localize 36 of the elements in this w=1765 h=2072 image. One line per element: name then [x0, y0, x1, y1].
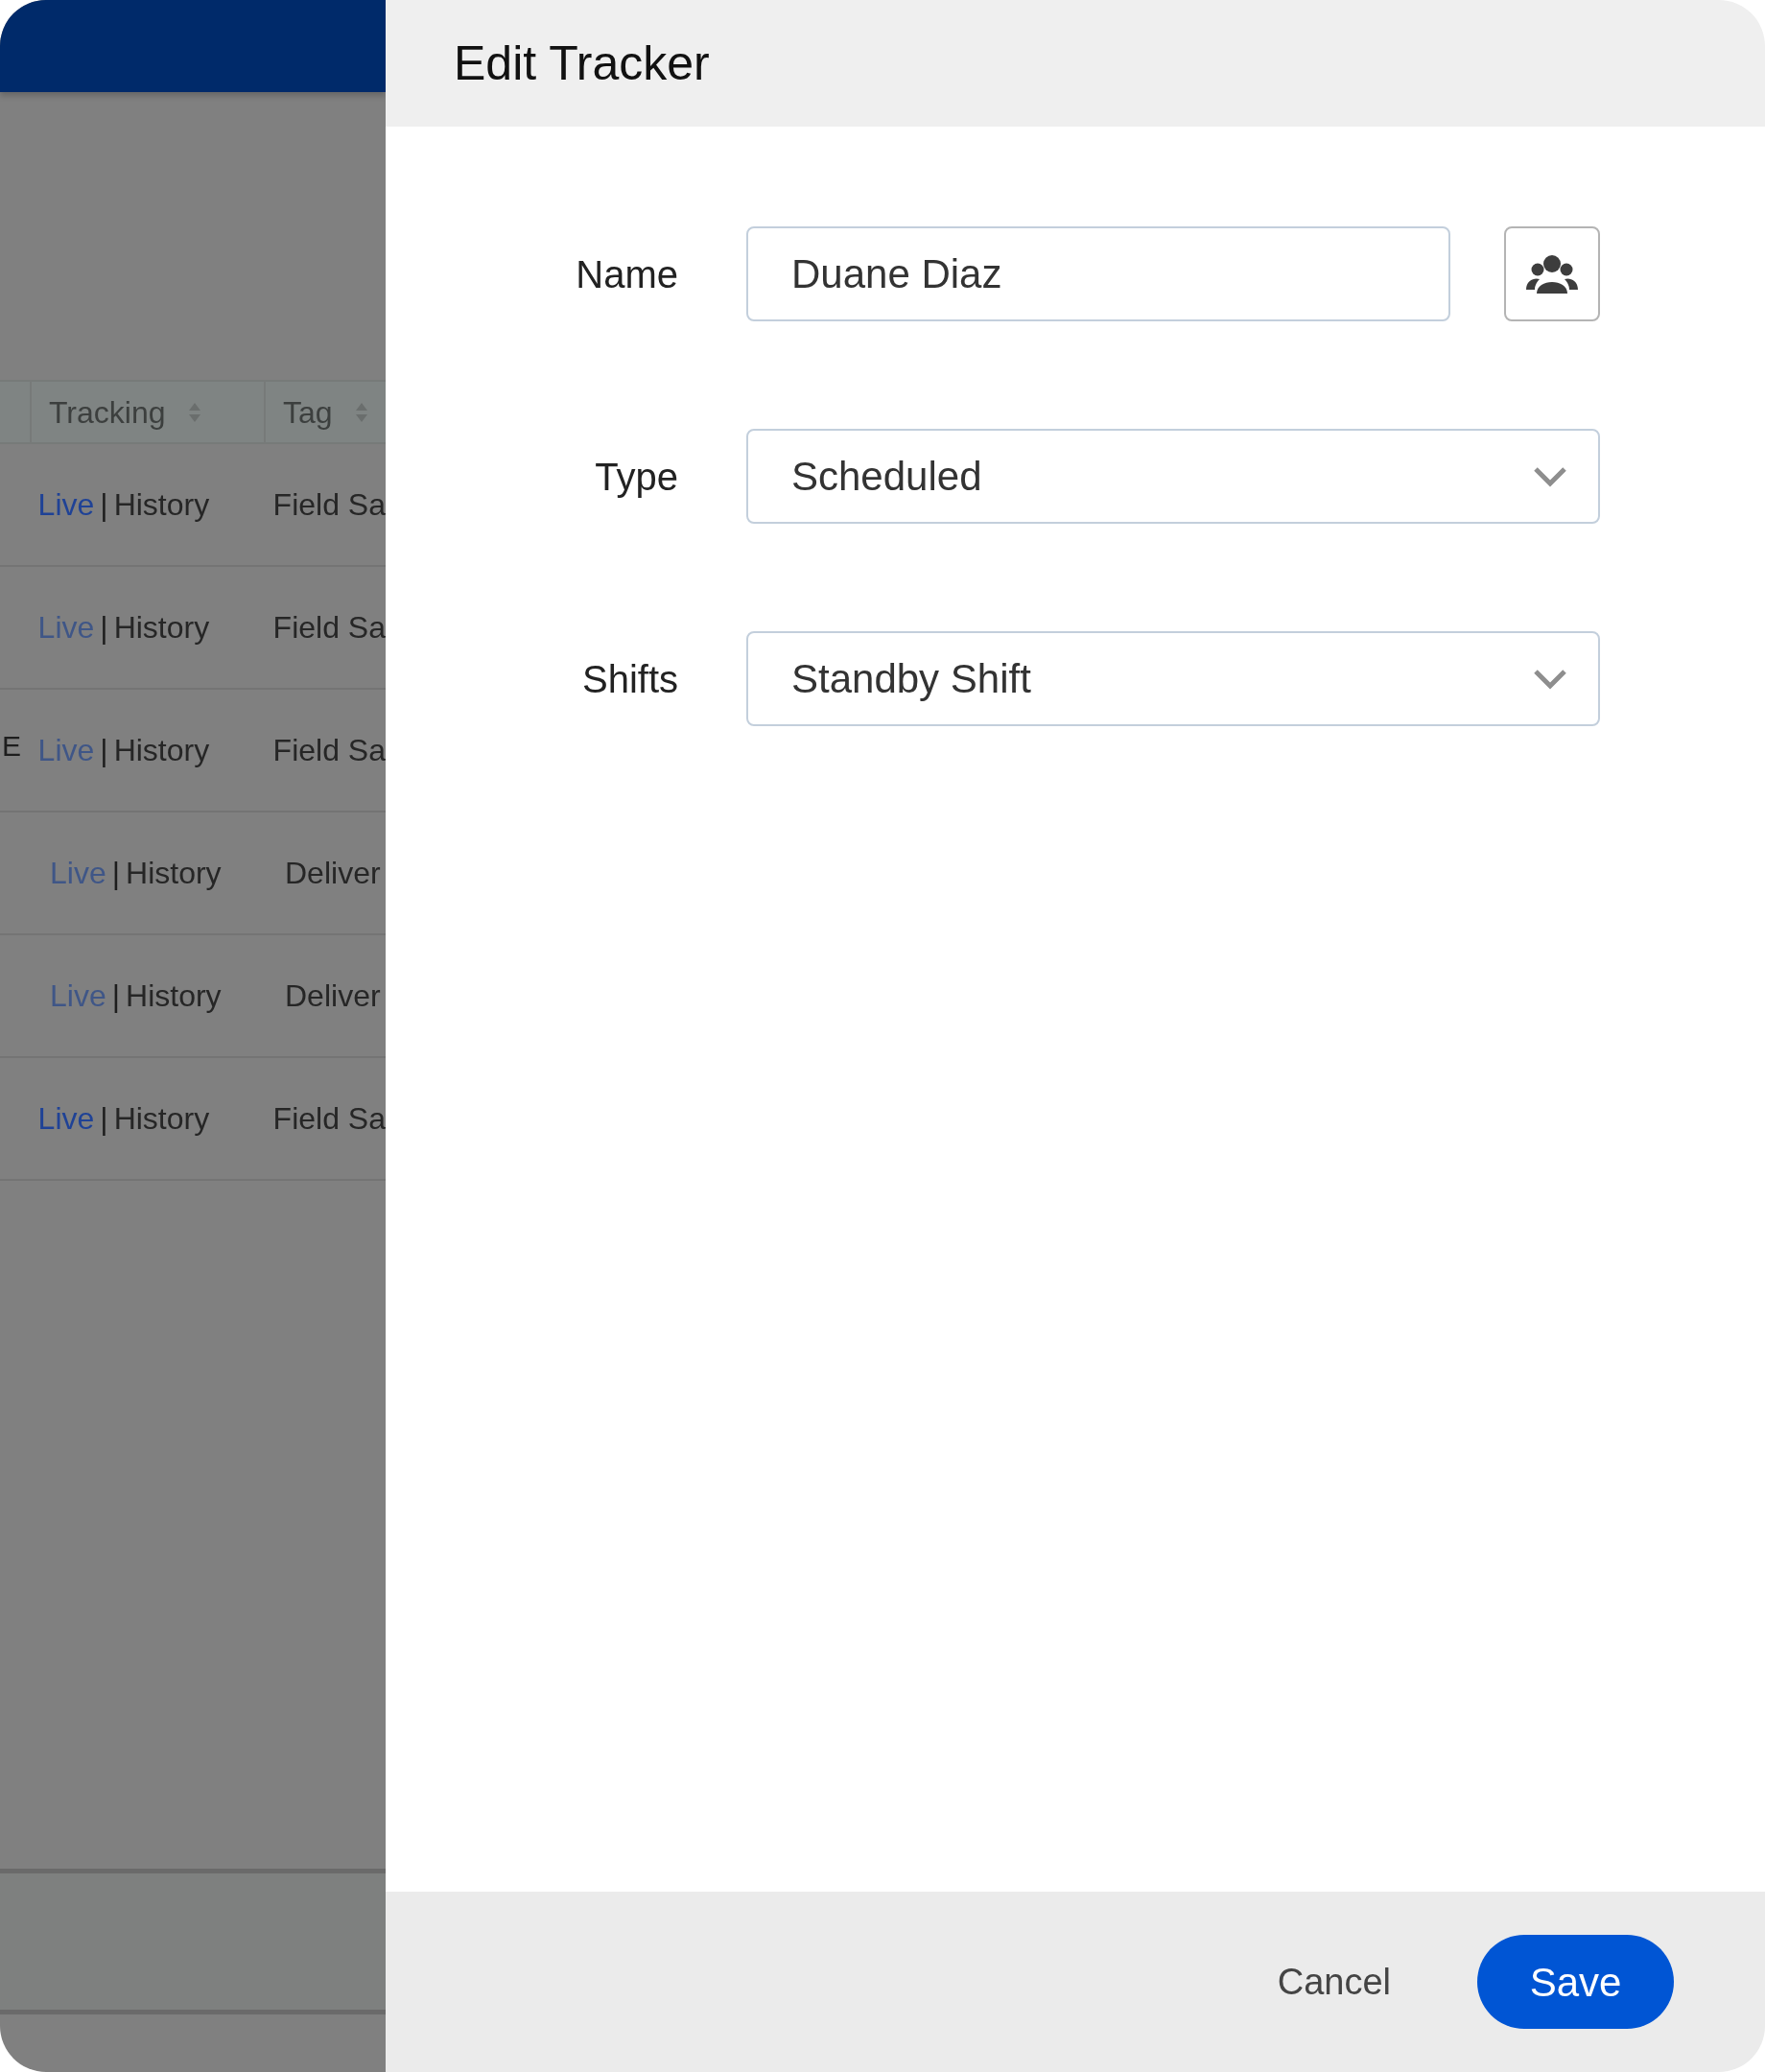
group-icon — [1525, 252, 1579, 295]
save-button[interactable]: Save — [1477, 1935, 1674, 2029]
separator: | — [100, 486, 108, 524]
history-link[interactable]: History — [126, 850, 222, 896]
dropdown-field[interactable]: Standby Shift — [746, 631, 1600, 726]
live-link[interactable]: Live — [37, 482, 95, 528]
field-label: Shifts — [580, 656, 678, 702]
column-header[interactable]: Tag — [266, 382, 386, 442]
table-cell-text: Field Sa — [272, 1100, 386, 1138]
table-cell-text: Field Sa — [272, 486, 386, 524]
name-field[interactable]: Duane Diaz — [746, 226, 1450, 321]
separator: | — [111, 855, 120, 892]
separator: | — [100, 609, 108, 647]
contacts-button[interactable] — [1504, 226, 1600, 321]
field-label: Name — [575, 251, 678, 297]
cancel-button[interactable]: Cancel — [1277, 1954, 1391, 2010]
chevron-down-icon — [1533, 465, 1567, 487]
table-cell-text: E — [2, 728, 21, 764]
dropdown-field[interactable]: Scheduled — [746, 429, 1600, 524]
history-link[interactable]: History — [113, 482, 210, 528]
separator: | — [111, 977, 120, 1015]
chevron-down-icon — [1533, 668, 1567, 690]
history-link[interactable]: History — [113, 604, 210, 650]
separator: | — [100, 732, 108, 769]
separator: | — [100, 1100, 108, 1138]
field-label: Type — [594, 454, 678, 500]
history-link[interactable]: History — [113, 1095, 210, 1142]
history-link[interactable]: History — [126, 973, 222, 1019]
table-cell-text: Field Sa — [272, 609, 386, 647]
table-cell-text: Deliver — [285, 977, 381, 1015]
history-link[interactable]: History — [113, 727, 210, 773]
live-link[interactable]: Live — [37, 1095, 95, 1142]
table-cell-text: Deliver — [285, 855, 381, 892]
table-cell-text: Field Sa — [272, 732, 386, 769]
dialog-title: Edit Tracker — [454, 35, 710, 92]
column-header[interactable]: Tracking — [32, 382, 266, 442]
